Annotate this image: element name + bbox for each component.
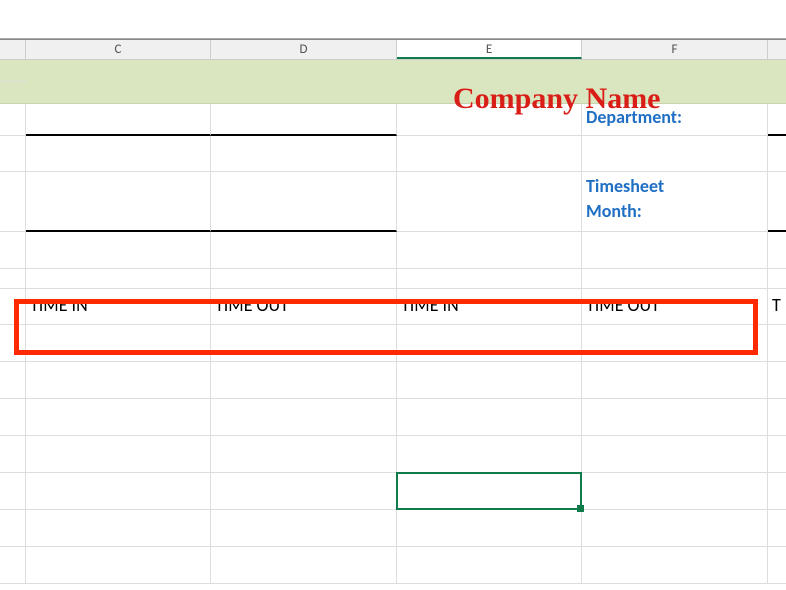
- cell[interactable]: [768, 172, 786, 232]
- cell[interactable]: [211, 325, 397, 362]
- row-stub[interactable]: [0, 104, 26, 136]
- cell[interactable]: [211, 269, 397, 289]
- row-stub[interactable]: [0, 172, 26, 232]
- row-stub[interactable]: [0, 510, 26, 547]
- cell[interactable]: [768, 104, 786, 136]
- cell[interactable]: [768, 232, 786, 269]
- cell[interactable]: [211, 104, 397, 136]
- cell[interactable]: [211, 547, 397, 584]
- cell[interactable]: [397, 104, 582, 136]
- cell[interactable]: [397, 547, 582, 584]
- cell[interactable]: [768, 325, 786, 362]
- cell[interactable]: [582, 510, 768, 547]
- column-header-f[interactable]: F: [582, 40, 768, 59]
- row-stub[interactable]: [0, 232, 26, 269]
- cell[interactable]: [397, 399, 582, 436]
- cell[interactable]: [211, 172, 397, 232]
- cell[interactable]: [397, 362, 582, 399]
- cell[interactable]: [768, 399, 786, 436]
- cell[interactable]: [26, 436, 211, 473]
- cell[interactable]: [26, 269, 211, 289]
- cell[interactable]: [768, 136, 786, 172]
- column-header-c[interactable]: C: [26, 40, 211, 59]
- cell[interactable]: [397, 172, 582, 232]
- cell[interactable]: [582, 232, 768, 269]
- row-stub[interactable]: [0, 547, 26, 584]
- cell[interactable]: [26, 510, 211, 547]
- row-stub[interactable]: [0, 362, 26, 399]
- cell[interactable]: [582, 325, 768, 362]
- select-all-corner[interactable]: [0, 40, 26, 59]
- header-time-out-2[interactable]: TIME OUT: [582, 289, 768, 325]
- cell[interactable]: [211, 473, 397, 510]
- cell[interactable]: [768, 547, 786, 584]
- header-time-in-2[interactable]: TIME IN: [397, 289, 582, 325]
- cell[interactable]: [582, 399, 768, 436]
- cell[interactable]: [582, 436, 768, 473]
- row-stub[interactable]: [0, 436, 26, 473]
- cell[interactable]: [26, 104, 211, 136]
- cell[interactable]: [26, 473, 211, 510]
- cell[interactable]: [211, 362, 397, 399]
- row-stub[interactable]: [0, 473, 26, 510]
- cell-selected[interactable]: [397, 436, 582, 473]
- cell[interactable]: [26, 232, 211, 269]
- row-stub[interactable]: [0, 81, 26, 82]
- cell[interactable]: [26, 399, 211, 436]
- cell[interactable]: [26, 325, 211, 362]
- row-stub[interactable]: [0, 289, 26, 325]
- cell[interactable]: [26, 172, 211, 232]
- cell[interactable]: [768, 510, 786, 547]
- cell[interactable]: [582, 269, 768, 289]
- cell[interactable]: [211, 399, 397, 436]
- cell[interactable]: [397, 136, 582, 172]
- cell[interactable]: [582, 362, 768, 399]
- cell[interactable]: [211, 510, 397, 547]
- header-time-out-1[interactable]: TIME OUT: [211, 289, 397, 325]
- cell[interactable]: [211, 136, 397, 172]
- row-stub[interactable]: [0, 136, 26, 172]
- cell[interactable]: [397, 325, 582, 362]
- cell[interactable]: [211, 232, 397, 269]
- cell[interactable]: [26, 362, 211, 399]
- column-headers-row: C D E F: [0, 40, 786, 60]
- column-header-g-partial[interactable]: [768, 40, 786, 59]
- column-header-d[interactable]: D: [211, 40, 397, 59]
- cell[interactable]: [582, 473, 768, 510]
- cell[interactable]: [397, 510, 582, 547]
- spreadsheet-grid: Company Name Department: TimesheetMonth:: [0, 60, 786, 584]
- header-partial[interactable]: T: [768, 289, 786, 325]
- cell[interactable]: [397, 269, 582, 289]
- column-header-e[interactable]: E: [397, 40, 582, 59]
- department-label: Department:: [582, 104, 767, 128]
- row-stub[interactable]: [0, 399, 26, 436]
- cell[interactable]: [582, 136, 768, 172]
- cell[interactable]: [397, 232, 582, 269]
- timesheet-month-label: TimesheetMonth:: [582, 172, 767, 224]
- cell[interactable]: [397, 473, 582, 510]
- cell[interactable]: [768, 269, 786, 289]
- header-time-in-1[interactable]: TIME IN: [26, 289, 211, 325]
- cell[interactable]: [26, 136, 211, 172]
- cell[interactable]: [26, 547, 211, 584]
- cell[interactable]: [768, 436, 786, 473]
- cell[interactable]: [582, 547, 768, 584]
- cell[interactable]: [768, 362, 786, 399]
- row-stub[interactable]: [0, 325, 26, 362]
- cell[interactable]: [211, 436, 397, 473]
- cell-department-label[interactable]: Department:: [582, 104, 768, 136]
- row-stub[interactable]: [0, 269, 26, 289]
- cell-timesheet-month-label[interactable]: TimesheetMonth:: [582, 172, 768, 232]
- cell[interactable]: [768, 473, 786, 510]
